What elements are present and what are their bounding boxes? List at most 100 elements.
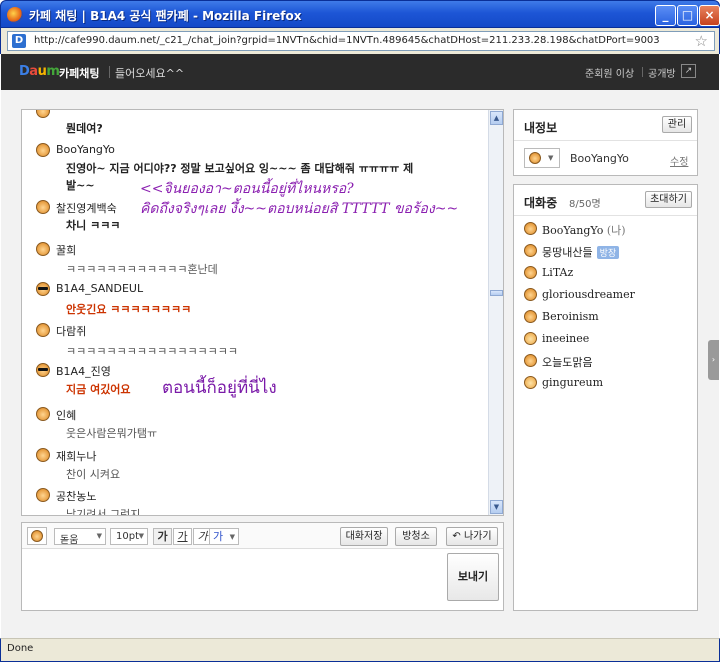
smiley-avatar-icon	[529, 152, 541, 164]
participant-name: gloriousdreamer	[542, 288, 635, 301]
bookmark-star-icon[interactable]: ☆	[695, 32, 708, 50]
popout-icon[interactable]: ↗	[681, 64, 696, 78]
smiley-avatar-icon	[36, 448, 50, 462]
message-author[interactable]: 인혜	[56, 407, 76, 423]
message-composer: 돋움 ▼ 10pt ▼ 가 가 가 가 ▼ 대화저장 방청소 ↶ 나가기 보내기	[21, 522, 504, 611]
status-text: Done	[7, 643, 34, 654]
clear-room-button[interactable]: 방청소	[395, 527, 437, 546]
window-title: 카페 채팅 | B1A4 공식 팬카페 - Mozilla Firefox	[29, 9, 302, 23]
firefox-icon	[7, 7, 23, 23]
smiley-avatar-icon	[524, 376, 537, 389]
message-author[interactable]: B1A4_SANDEUL	[56, 282, 143, 295]
composer-toolbar: 돋움 ▼ 10pt ▼ 가 가 가 가 ▼ 대화저장 방청소 ↶ 나가기	[22, 523, 503, 549]
font-face-select[interactable]: 돋움 ▼	[54, 528, 106, 546]
me-label: (나)	[606, 224, 626, 237]
thai-overlay-text: คิดถึงจริงๆเลย งึ้ง~~ตอบหน่อยสิ TTTTT ขอ…	[140, 201, 459, 217]
sunglasses-avatar-icon	[36, 363, 50, 377]
member-level: 준회원 이상	[585, 69, 635, 80]
font-color-button[interactable]: 가 ▼	[209, 528, 239, 545]
smiley-avatar-icon	[524, 288, 537, 301]
service-name: 카페채팅	[59, 67, 100, 80]
smiley-avatar-icon	[36, 143, 50, 157]
divider	[514, 215, 697, 216]
side-collapse-tab[interactable]: ›	[708, 340, 719, 380]
chevron-down-icon: ▼	[548, 154, 554, 162]
save-chat-button[interactable]: 대화저장	[340, 527, 388, 546]
chat-log[interactable]: 뭔데여? BooYangYo 진영아~ 지금 어디야?? 정말 보고싶어요 잉~…	[21, 109, 504, 516]
participant-name-text: 뭉땅내산들	[542, 246, 593, 259]
exit-arrow-icon: ↶	[452, 531, 461, 542]
send-button[interactable]: 보내기	[447, 553, 499, 601]
underline-button[interactable]: 가	[173, 528, 192, 545]
participant-name: gingureum	[542, 376, 604, 389]
address-bar-area: D http://cafe990.daum.net/_c21_/chat_joi…	[0, 28, 720, 54]
participants-panel: 대화중 8/50명 초대하기 BooYangYo (나) 뭉땅내산들 방장 LiT…	[513, 184, 698, 611]
chat-header: Daum 카페채팅 들어오세요^^ 준회원 이상 공개방 ↗	[1, 54, 719, 90]
participant-name: LiTAz	[542, 266, 574, 279]
chat-scrollbar[interactable]: ▲ ▼	[488, 110, 503, 515]
my-info-panel: 내정보 관리 ▼ BooYangYo 수정	[513, 109, 698, 176]
thai-overlay-text: <<จินยองอา~ตอนนี้อยู่ที่ไหนหรอ?	[140, 181, 354, 197]
site-favicon-icon: D	[12, 34, 26, 48]
smiley-avatar-icon	[524, 332, 537, 345]
scroll-down-icon[interactable]: ▼	[490, 500, 503, 514]
divider	[514, 140, 697, 141]
participant-name: 뭉땅내산들 방장	[542, 244, 620, 260]
message-author[interactable]: 다람쥐	[56, 323, 86, 339]
my-info-title: 내정보	[524, 121, 558, 135]
smiley-avatar-icon	[524, 310, 537, 323]
room-title: 들어오세요^^	[115, 67, 185, 80]
message-text: 웃은사람은뭐가탬ㅠ	[66, 427, 158, 440]
edit-profile-link[interactable]: 수정	[670, 153, 688, 168]
message-author[interactable]: 공찬농노	[56, 488, 96, 504]
smiley-avatar-icon	[36, 200, 50, 214]
smiley-avatar-icon	[36, 323, 50, 337]
bold-button[interactable]: 가	[153, 528, 172, 545]
smiley-avatar-icon	[524, 266, 537, 279]
scroll-thumb[interactable]	[490, 290, 503, 296]
font-color-value: 가	[213, 530, 224, 543]
divider	[109, 66, 110, 78]
close-button[interactable]: ×	[699, 5, 720, 26]
message-author[interactable]: B1A4_진영	[56, 363, 111, 379]
my-nickname: BooYangYo	[570, 152, 629, 165]
window-title-bar[interactable]: 카페 채팅 | B1A4 공식 팬카페 - Mozilla Firefox _ …	[0, 0, 720, 28]
participant-name: Beroinism	[542, 310, 599, 323]
participant-count: 8/50명	[569, 199, 601, 210]
address-bar[interactable]: D http://cafe990.daum.net/_c21_/chat_joi…	[7, 31, 715, 51]
message-author[interactable]: 찰진영계백숙	[56, 200, 117, 216]
message-author[interactable]: 재희누나	[56, 448, 96, 464]
message-author[interactable]: 꿀희	[56, 242, 76, 258]
emoticon-button[interactable]	[27, 527, 47, 545]
chevron-down-icon: ▼	[96, 532, 102, 540]
smiley-avatar-icon	[36, 488, 50, 502]
font-face-value: 돋움	[60, 535, 79, 546]
maximize-button[interactable]: □	[677, 5, 698, 26]
divider	[642, 67, 643, 77]
invite-button[interactable]: 초대하기	[645, 191, 692, 208]
host-badge: 방장	[596, 246, 620, 259]
manage-button[interactable]: 관리	[662, 116, 692, 133]
message-text: 뭔데여?	[66, 122, 103, 135]
participant-name: ineeinee	[542, 332, 590, 345]
smiley-avatar-icon	[524, 354, 537, 367]
message-author[interactable]: BooYangYo	[56, 143, 115, 156]
minimize-button[interactable]: _	[655, 5, 676, 26]
room-visibility: 공개방	[648, 69, 676, 80]
chat-page: 뭔데여? BooYangYo 진영아~ 지금 어디야?? 정말 보고싶어요 잉~…	[1, 90, 719, 638]
url-text[interactable]: http://cafe990.daum.net/_c21_/chat_join?…	[34, 35, 660, 46]
message-text: 지금 여깄어요	[66, 383, 131, 396]
participant-name-text: BooYangYo	[542, 224, 604, 237]
message-input[interactable]	[26, 553, 440, 605]
exit-button[interactable]: ↶ 나가기	[446, 527, 498, 546]
smiley-avatar-icon	[36, 110, 50, 118]
scroll-up-icon[interactable]: ▲	[490, 111, 503, 125]
font-size-select[interactable]: 10pt ▼	[110, 528, 148, 545]
smiley-avatar-icon	[524, 222, 537, 235]
message-text: 찬이 시켜요	[66, 468, 121, 481]
avatar-select[interactable]: ▼	[524, 148, 560, 168]
message-text: 발~~	[66, 179, 95, 192]
exit-label: 나가기	[463, 531, 492, 542]
message-text: 진영아~ 지금 어디야?? 정말 보고싶어요 잉~~~ 좀 대답해줘 ㅠㅠㅠㅠ …	[66, 162, 414, 175]
smiley-avatar-icon	[36, 407, 50, 421]
